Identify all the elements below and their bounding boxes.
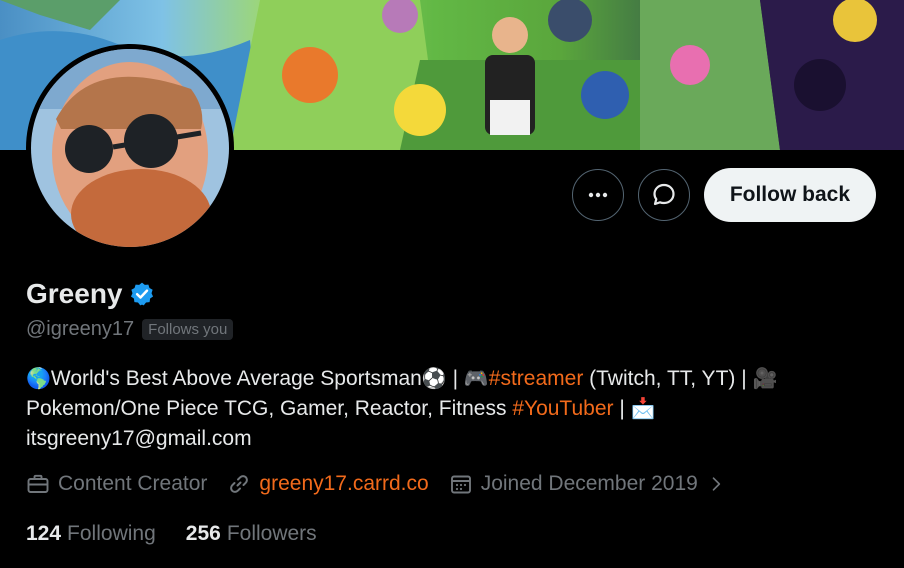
following-count: 124 — [26, 522, 62, 545]
hashtag-youtuber-link[interactable]: #YouTuber — [512, 397, 613, 420]
more-dots-icon — [588, 192, 608, 198]
message-icon — [653, 183, 675, 206]
profile-actions: Follow back — [571, 168, 876, 222]
user-handle: @igreeny17 — [26, 318, 135, 340]
avatar-photo — [31, 49, 229, 247]
soccer-ball-emoji: ⚽ — [421, 368, 447, 390]
more-button[interactable] — [571, 169, 624, 221]
mail-emoji: 📩 — [630, 398, 656, 420]
bio-text: (Twitch, TT, YT) | — [583, 367, 753, 390]
profile-name-row: Greeny — [26, 278, 155, 310]
game-controller-emoji: 🎮 — [463, 368, 489, 390]
followers-label: Followers — [226, 522, 317, 545]
avatar[interactable] — [26, 44, 234, 252]
joined-date: Joined December 2019 — [480, 472, 698, 495]
handle-row: @igreeny17 Follows you — [26, 318, 234, 341]
meta-link: greeny17.carrd.co — [227, 472, 429, 496]
website-link[interactable]: greeny17.carrd.co — [259, 472, 428, 496]
profile-bio: 🌎World's Best Above Average Sportsman⚽ |… — [26, 364, 876, 454]
follows-you-badge: Follows you — [142, 319, 234, 340]
following-stat[interactable]: 124 Following — [26, 522, 156, 546]
briefcase-icon — [27, 474, 49, 493]
hashtag-streamer-link[interactable]: #streamer — [489, 367, 584, 390]
follow-stats: 124 Following 256 Followers — [26, 522, 317, 546]
meta-joined[interactable]: Joined December 2019 — [449, 472, 726, 496]
bio-separator: | — [446, 367, 464, 390]
following-label: Following — [67, 522, 156, 545]
bio-text: World's Best Above Average Sportsman — [50, 367, 422, 390]
follow-back-button[interactable]: Follow back — [703, 168, 876, 222]
meta-category: Content Creator — [26, 472, 207, 496]
bio-separator: | — [613, 397, 631, 420]
camera-emoji: 🎥 — [752, 368, 778, 390]
bio-email: itsgreeny17@gmail.com — [26, 427, 252, 450]
calendar-icon — [450, 475, 471, 494]
followers-count: 256 — [185, 522, 221, 545]
verified-badge-icon[interactable] — [129, 281, 155, 307]
chevron-right-icon — [712, 477, 720, 491]
category-label: Content Creator — [58, 472, 208, 495]
profile-meta: Content Creator greeny17.carrd.co Joined… — [26, 472, 746, 496]
globe-emoji: 🌎 — [26, 368, 51, 390]
link-icon — [230, 475, 249, 493]
message-button[interactable] — [637, 169, 690, 221]
display-name: Greeny — [26, 278, 123, 309]
bio-text: Pokemon/One Piece TCG, Gamer, Reactor, F… — [26, 397, 513, 420]
followers-stat[interactable]: 256 Followers — [186, 522, 317, 546]
